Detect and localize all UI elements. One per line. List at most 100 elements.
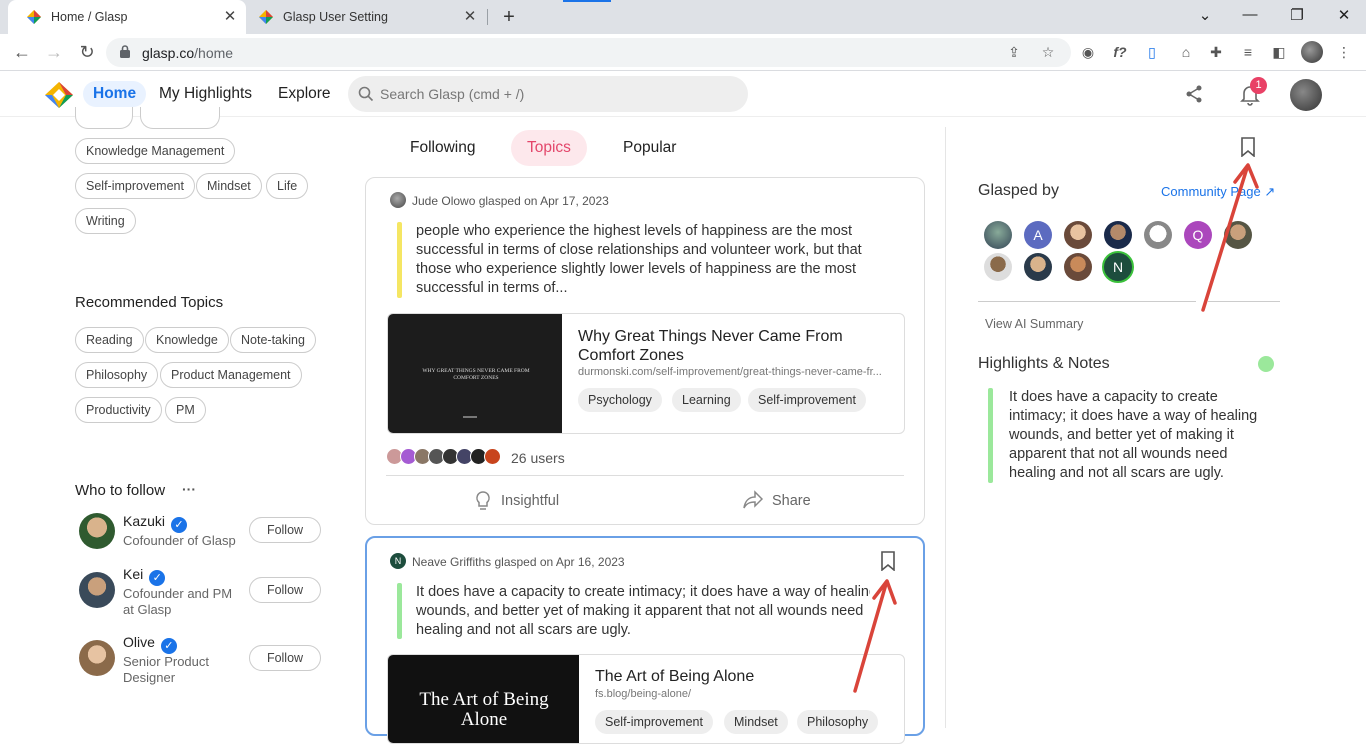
topic-chip-reading[interactable]: Reading (75, 327, 144, 353)
glasper-avatar[interactable] (1064, 253, 1092, 281)
highlight-quote[interactable]: It does have a capacity to create intima… (416, 583, 870, 640)
formula-extension-icon[interactable]: f? (1111, 43, 1129, 61)
nav-explore[interactable]: Explore (268, 81, 341, 107)
topic-chip-note-taking[interactable]: Note-taking (230, 327, 316, 353)
topic-chip-productivity[interactable]: Productivity (75, 397, 162, 423)
avatar-kei[interactable] (79, 572, 115, 608)
glasper-avatar[interactable] (1064, 221, 1092, 249)
follow-button-kei[interactable]: Follow (249, 577, 321, 603)
view-ai-summary-link[interactable]: View AI Summary (985, 317, 1083, 331)
topic-chip-self-improvement[interactable]: Self-improvement (75, 173, 195, 199)
feed-tab-topics[interactable]: Topics (511, 130, 587, 166)
tag-self-improvement[interactable]: Self-improvement (595, 710, 713, 734)
tab-home-glasp[interactable]: Home / Glasp ✕ (8, 0, 246, 34)
forward-icon[interactable]: → (43, 41, 65, 63)
restore-icon[interactable]: ❐ (1285, 6, 1309, 24)
address-bar[interactable]: glasp.co/home ⇪ ☆ (106, 38, 1071, 67)
tag-self-improvement[interactable]: Self-improvement (748, 388, 866, 412)
reload-icon[interactable]: ↻ (76, 41, 98, 63)
highlight-color-dot[interactable] (1258, 356, 1274, 372)
highlight-quote[interactable]: people who experience the highest levels… (416, 222, 896, 298)
post-meta: Jude Olowo glasped on Apr 17, 2023 (412, 194, 609, 208)
minimize-icon[interactable]: — (1238, 6, 1262, 23)
close-tab-icon[interactable]: ✕ (222, 9, 238, 25)
glasp-favicon (27, 10, 41, 24)
user-name-olive[interactable]: Olive ✓ (123, 634, 177, 654)
article-link-card[interactable]: The Art of Being Alone The Art of Being … (387, 654, 905, 744)
glasper-avatar[interactable] (1144, 221, 1172, 249)
article-link-card[interactable]: WHY GREAT THINGS NEVER CAME FROM COMFORT… (387, 313, 905, 434)
verified-icon: ✓ (160, 638, 177, 654)
users-count[interactable]: 26 users (511, 450, 565, 466)
avatar-kazuki[interactable] (79, 513, 115, 549)
insightful-button[interactable]: Insightful (501, 493, 559, 509)
lightbulb-icon[interactable] (475, 490, 491, 512)
phone-extension-icon[interactable]: ▯ (1143, 43, 1161, 61)
new-tab-icon[interactable]: + (499, 6, 519, 29)
glasper-avatar[interactable] (1024, 253, 1052, 281)
feed-tab-popular[interactable]: Popular (607, 130, 692, 166)
tag-philosophy[interactable]: Philosophy (797, 710, 879, 734)
article-title[interactable]: The Art of Being Alone (595, 667, 885, 686)
search-box[interactable]: Search Glasp (cmd + /) (348, 76, 748, 112)
nav-my-highlights[interactable]: My Highlights (149, 81, 262, 107)
tag-psychology[interactable]: Psychology (578, 388, 662, 412)
glasper-avatar-selected[interactable]: N (1102, 251, 1134, 283)
post-card-selected[interactable]: N Neave Griffiths glasped on Apr 16, 202… (365, 536, 925, 744)
follow-button-kazuki[interactable]: Follow (249, 517, 321, 543)
glasper-avatar[interactable] (984, 221, 1012, 249)
user-name-kei[interactable]: Kei ✓ (123, 566, 166, 586)
article-url: durmonski.com/self-improvement/great-thi… (578, 366, 882, 378)
extensions-puzzle-icon[interactable]: ✚ (1207, 43, 1225, 61)
more-options-icon[interactable]: ··· (182, 481, 196, 497)
highlight-note-text[interactable]: It does have a capacity to create intima… (1009, 388, 1277, 483)
bookmark-star-icon[interactable]: ☆ (1039, 43, 1057, 61)
share-arrow-icon[interactable] (742, 490, 764, 510)
off-extension-icon[interactable]: ⌂ (1177, 43, 1195, 61)
back-icon[interactable]: ← (11, 41, 33, 63)
user-role: Senior Product Designer (123, 654, 209, 685)
topic-chip[interactable] (75, 107, 133, 129)
topic-chip-product-management[interactable]: Product Management (160, 362, 302, 388)
follow-button-olive[interactable]: Follow (249, 645, 321, 671)
side-panel-icon[interactable]: ◧ (1270, 43, 1288, 61)
feed-tab-following[interactable]: Following (394, 130, 491, 166)
profile-avatar[interactable] (1301, 41, 1323, 63)
reading-list-icon[interactable]: ≡ (1239, 43, 1257, 61)
bookmark-icon[interactable] (1240, 137, 1256, 157)
tab-search-chevron-icon[interactable]: ⌄ (1193, 6, 1217, 24)
share-button[interactable]: Share (772, 493, 811, 509)
highlight-bar (397, 583, 402, 639)
verified-icon: ✓ (171, 517, 188, 533)
user-avatar[interactable] (1290, 79, 1322, 111)
tab-glasp-user-setting[interactable]: Glasp User Setting ✕ (246, 0, 486, 34)
author-avatar[interactable]: N (390, 553, 406, 569)
chrome-menu-icon[interactable]: ⋮ (1335, 43, 1353, 61)
post-card[interactable]: Jude Olowo glasped on Apr 17, 2023 peopl… (365, 177, 925, 525)
share-icon[interactable] (1184, 84, 1204, 104)
glasper-avatar[interactable]: A (1024, 221, 1052, 249)
glasp-logo-icon[interactable] (44, 81, 74, 109)
topic-chip[interactable] (140, 107, 220, 129)
author-avatar[interactable] (390, 192, 406, 208)
camera-extension-icon[interactable]: ◉ (1079, 43, 1097, 61)
topic-chip-life[interactable]: Life (266, 173, 309, 199)
glasper-avatar[interactable] (1104, 221, 1132, 249)
user-name-kazuki[interactable]: Kazuki ✓ (123, 513, 188, 533)
topic-chip-knowledge[interactable]: Knowledge (145, 327, 229, 353)
topic-chip-mindset[interactable]: Mindset (196, 173, 262, 199)
tag-mindset[interactable]: Mindset (724, 710, 788, 734)
article-title[interactable]: Why Great Things Never Came From Comfort… (578, 327, 878, 365)
close-window-icon[interactable]: ✕ (1332, 6, 1356, 24)
share-page-icon[interactable]: ⇪ (1005, 43, 1023, 61)
topic-chip-knowledge-management[interactable]: Knowledge Management (75, 138, 236, 164)
tag-learning[interactable]: Learning (672, 388, 741, 412)
nav-home[interactable]: Home (83, 81, 147, 107)
bookmark-icon[interactable] (880, 551, 896, 571)
topic-chip-pm[interactable]: PM (165, 397, 206, 423)
topic-chip-philosophy[interactable]: Philosophy (75, 362, 159, 388)
topic-chip-writing[interactable]: Writing (75, 208, 136, 234)
close-tab-icon[interactable]: ✕ (462, 9, 478, 25)
glasper-avatar[interactable] (984, 253, 1012, 281)
avatar-olive[interactable] (79, 640, 115, 676)
